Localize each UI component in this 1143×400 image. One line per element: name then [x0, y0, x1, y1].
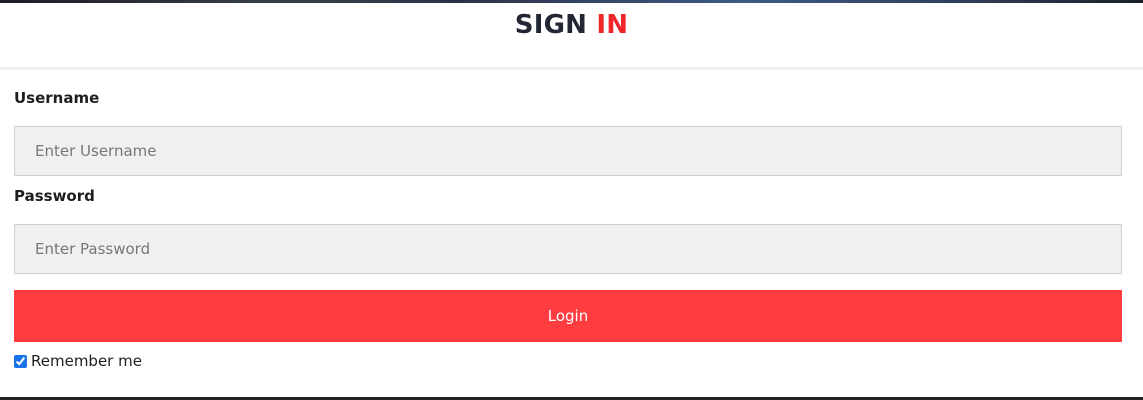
page-title: SIGN IN	[515, 9, 628, 41]
password-label: Password	[14, 187, 95, 205]
remember-me-checkbox[interactable]	[14, 354, 27, 368]
page-title-in: IN	[596, 10, 629, 40]
page-title-sign: SIGN	[514, 10, 588, 40]
username-label: Username	[14, 89, 100, 107]
password-input[interactable]	[14, 224, 1122, 274]
username-input[interactable]	[14, 126, 1122, 176]
sign-in-page: SIGN IN Username Password Login Remember…	[0, 0, 1143, 400]
login-button[interactable]: Login	[14, 290, 1122, 342]
header: SIGN IN	[0, 3, 1143, 70]
remember-me-row[interactable]: Remember me	[14, 352, 142, 370]
remember-me-label: Remember me	[31, 352, 142, 370]
